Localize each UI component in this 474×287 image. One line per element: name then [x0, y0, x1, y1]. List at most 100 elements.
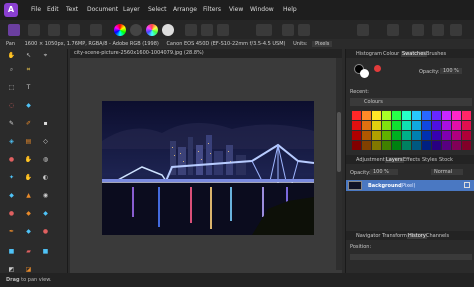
menu-text[interactable]: Text — [66, 6, 78, 13]
contrast-icon[interactable] — [130, 24, 142, 36]
tab-histogram[interactable]: Histogram — [356, 51, 382, 57]
sharpen-tool-icon[interactable]: ▲ — [24, 191, 33, 200]
zoom-tool-icon[interactable]: ⌕ — [7, 65, 16, 74]
auto-contrast-icon[interactable] — [201, 24, 213, 36]
tab-navigator[interactable]: Navigator — [356, 233, 380, 239]
menu-document[interactable]: Document — [87, 6, 118, 13]
text-tool-icon[interactable]: T — [24, 83, 33, 92]
gradient-tool-icon[interactable]: ▤ — [24, 137, 33, 146]
auto-levels-icon[interactable] — [185, 24, 197, 36]
scrollbar-thumb[interactable] — [337, 112, 341, 172]
tab-brushes[interactable]: Brushes — [426, 51, 446, 57]
menu-layer[interactable]: Layer — [123, 6, 140, 13]
tab-styles[interactable]: Styles — [422, 157, 437, 163]
document-tab[interactable]: city-scene-picture-2560x1600-1004079.jpg… — [70, 49, 342, 58]
snapping-icon[interactable] — [357, 24, 369, 36]
blemish-tool-icon[interactable]: ◐ — [41, 173, 50, 182]
photo-persona-icon[interactable] — [8, 24, 20, 36]
menu-edit[interactable]: Edit — [47, 6, 59, 13]
mesh-warp-icon[interactable]: ■ — [41, 247, 50, 256]
flood-select-icon[interactable]: ◆ — [24, 101, 33, 110]
crop-tool-icon[interactable]: ⌗ — [24, 65, 33, 74]
top-toolbar — [0, 20, 474, 39]
menu-bar: A File Edit Text Document Layer Select A… — [0, 0, 474, 20]
tab-effects[interactable]: Effects — [403, 157, 420, 163]
tab-layers[interactable]: Layers — [385, 157, 404, 163]
sponge-tool-icon[interactable]: ◍ — [41, 155, 50, 164]
tab-colour[interactable]: Colour — [383, 51, 399, 57]
node-tool-icon[interactable]: ◆ — [24, 227, 33, 236]
white-balance-icon[interactable] — [162, 24, 174, 36]
smudge-tool-icon[interactable]: ◆ — [7, 191, 16, 200]
red-eye-tool-icon[interactable]: ● — [7, 209, 16, 218]
marquee-tool-icon[interactable]: ⬚ — [7, 83, 16, 92]
city-night-photo — [102, 101, 314, 235]
document-tab-title: city-scene-picture-2560x1600-1004079.jpg… — [74, 50, 204, 56]
app-logo-icon: A — [4, 3, 18, 17]
tab-history[interactable]: History — [407, 233, 427, 239]
color-wheel-icon[interactable] — [114, 24, 126, 36]
menu-file[interactable]: File — [31, 6, 41, 13]
fill-tool-icon[interactable]: ◈ — [7, 137, 16, 146]
quick-mask-icon[interactable] — [282, 24, 294, 36]
develop-persona-icon[interactable] — [48, 24, 60, 36]
assistant-icon[interactable] — [387, 24, 399, 36]
tab-adjustment[interactable]: Adjustment — [356, 157, 385, 163]
liquify-persona-icon[interactable] — [28, 24, 40, 36]
units-select[interactable]: Pixels — [312, 41, 333, 47]
tone-mapping-icon[interactable] — [68, 24, 80, 36]
pen-tool-icon[interactable]: ✒ — [7, 227, 16, 236]
blur-tool-icon[interactable]: ◉ — [41, 191, 50, 200]
hsl-icon[interactable] — [146, 24, 158, 36]
move-tool-icon[interactable]: ↖ — [24, 51, 33, 60]
paint-brush-icon[interactable]: ✎ — [7, 119, 16, 128]
mask-mode-icon[interactable] — [256, 24, 272, 36]
tab-swatches[interactable]: Swatches — [401, 51, 427, 57]
layer-name: Background — [368, 183, 402, 189]
layer-row-background[interactable]: Background (Pixel) — [346, 180, 474, 191]
undo-icon[interactable] — [432, 24, 444, 36]
layer-opacity-value[interactable]: 100 % — [370, 169, 398, 175]
layer-opacity-label: Opacity: — [350, 170, 371, 176]
tab-stock[interactable]: Stock — [439, 157, 453, 163]
menu-select[interactable]: Select — [148, 6, 167, 13]
menu-arrange[interactable]: Arrange — [173, 6, 197, 13]
status-drag: Drag — [6, 277, 20, 283]
menu-filters[interactable]: Filters — [203, 6, 221, 13]
ellipse-tool-icon[interactable]: ▰ — [24, 247, 33, 256]
pan-hand-icon[interactable]: ✋ — [7, 51, 16, 60]
auto-colour-icon[interactable] — [217, 24, 229, 36]
erase-tool-icon[interactable]: ◇ — [41, 137, 50, 146]
view-mode-icon[interactable] — [412, 24, 424, 36]
palette-select[interactable]: Colours — [350, 98, 472, 106]
redo-icon[interactable] — [450, 24, 462, 36]
units-label: Units: — [293, 41, 308, 47]
menu-window[interactable]: Window — [250, 6, 274, 13]
layer-visibility-checkbox[interactable] — [464, 182, 470, 188]
selection-brush-icon[interactable]: ◌ — [7, 101, 16, 110]
swatch-opacity-value[interactable]: 100 % — [440, 68, 462, 74]
menu-view[interactable]: View — [229, 6, 243, 13]
tab-channels[interactable]: Channels — [426, 233, 449, 239]
rectangle-tool-icon[interactable]: ■ — [7, 247, 16, 256]
swatch-grid[interactable] — [350, 109, 472, 153]
view-tool-icon[interactable]: ⌖ — [41, 51, 50, 60]
blend-mode-select[interactable]: Normal — [431, 169, 463, 175]
export-persona-icon[interactable] — [90, 24, 102, 36]
status-bar: Drag to pan view. — [0, 273, 474, 287]
pixel-tool-icon[interactable]: ▪ — [41, 119, 50, 128]
tab-transform[interactable]: Transform — [382, 233, 407, 239]
inpaint-tool-icon[interactable]: ◆ — [41, 209, 50, 218]
clone-tool-icon[interactable]: ✦ — [7, 173, 16, 182]
dodge-tool-icon[interactable]: ● — [7, 155, 16, 164]
selection-mode-icon[interactable] — [298, 24, 310, 36]
swap-colour-icon[interactable] — [374, 65, 381, 72]
history-slider[interactable] — [350, 254, 472, 260]
shape-tool-icon[interactable]: ● — [41, 227, 50, 236]
secondary-colour-icon[interactable] — [360, 69, 369, 78]
color-picker-icon[interactable]: ✐ — [24, 119, 33, 128]
menu-help[interactable]: Help — [283, 6, 297, 13]
burn-tool-icon[interactable]: ✋ — [24, 155, 33, 164]
undo-brush-icon[interactable]: ✋ — [24, 173, 33, 182]
patch-tool-icon[interactable]: ◆ — [24, 209, 33, 218]
